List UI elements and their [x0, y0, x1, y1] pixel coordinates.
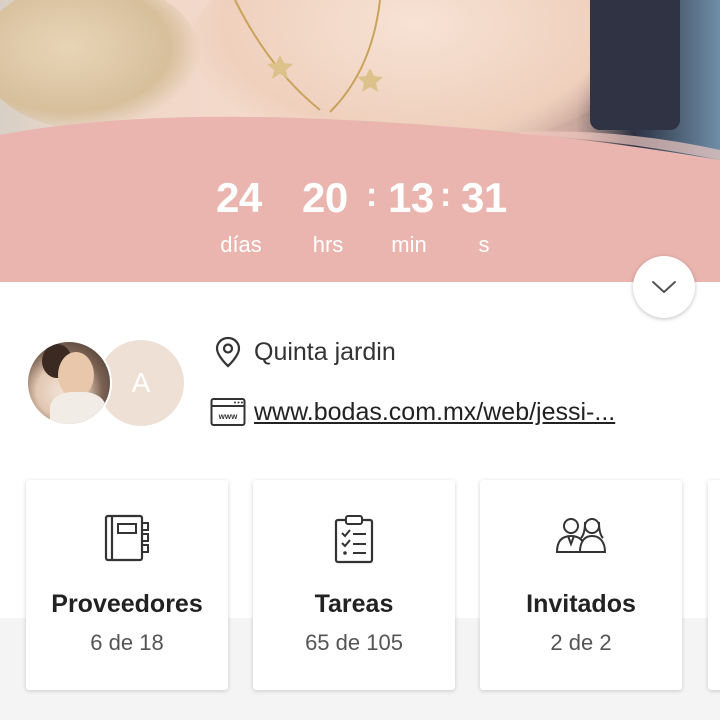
location-pin-icon: [210, 336, 246, 368]
expand-button[interactable]: [633, 256, 695, 318]
chevron-down-icon: [652, 281, 676, 293]
guests-couple-icon: [480, 514, 682, 566]
card-proveedores[interactable]: Proveedores 6 de 18: [26, 480, 228, 690]
notebook-icon: [26, 514, 228, 566]
card-count: 6 de 18: [90, 630, 164, 655]
countdown-minutes-label: min: [391, 232, 427, 257]
card-next-partial[interactable]: [708, 480, 720, 690]
countdown-seconds-label: s: [478, 232, 490, 257]
countdown: 24 20 : 13 : 31 días hrs min s: [0, 170, 720, 270]
countdown-seconds: 31: [461, 174, 507, 221]
website-link[interactable]: www.bodas.com.mx/web/jessi-...: [254, 398, 615, 427]
countdown-days-label: días: [220, 232, 262, 257]
card-count: 2 de 2: [550, 630, 612, 655]
venue-name: Quinta jardin: [254, 337, 396, 366]
card-tareas[interactable]: Tareas 65 de 105: [253, 480, 455, 690]
venue-row[interactable]: Quinta jardin: [210, 336, 396, 368]
card-title: Tareas: [314, 590, 394, 618]
checklist-clipboard-icon: [253, 514, 455, 566]
countdown-hours: 20: [302, 174, 348, 221]
countdown-hours-label: hrs: [312, 232, 344, 257]
couple-avatar[interactable]: [26, 340, 112, 426]
partner-initial: A: [131, 367, 151, 398]
card-invitados[interactable]: Invitados 2 de 2: [480, 480, 682, 690]
countdown-separator: :: [366, 176, 378, 214]
card-title: Invitados: [526, 590, 636, 618]
card-count: 65 de 105: [305, 630, 403, 655]
countdown-days: 24: [216, 174, 262, 221]
hero-header: 24 20 : 13 : 31 días hrs min s: [0, 0, 720, 282]
countdown-separator: :: [440, 176, 452, 214]
countdown-minutes: 13: [388, 174, 434, 221]
browser-www-icon: www: [210, 396, 246, 428]
card-title: Proveedores: [51, 590, 203, 618]
website-row[interactable]: www www.bodas.com.mx/web/jessi-...: [210, 396, 615, 428]
svg-text:www: www: [218, 412, 238, 421]
